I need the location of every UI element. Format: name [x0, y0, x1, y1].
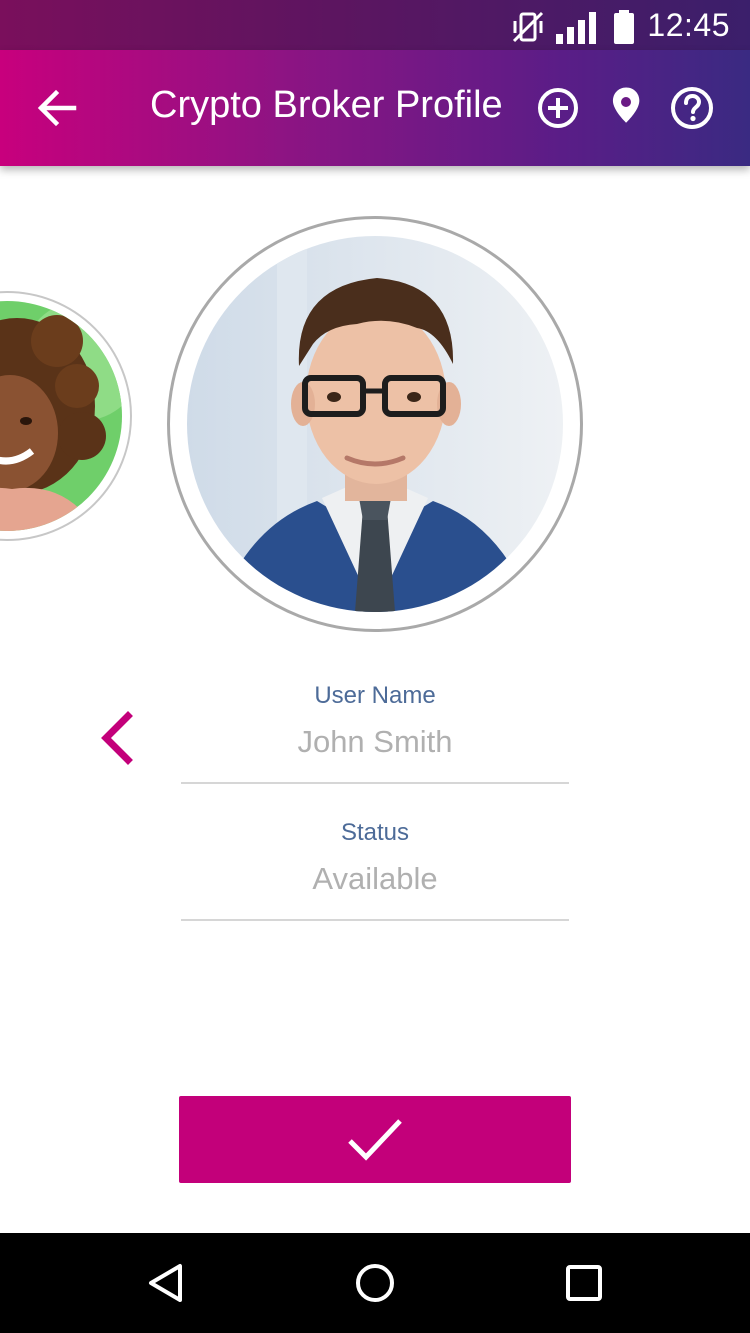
location-pin-icon[interactable]	[602, 84, 650, 132]
man-with-glasses-photo	[187, 236, 563, 612]
add-circle-icon[interactable]	[534, 84, 582, 132]
nav-recents-icon[interactable]	[562, 1261, 606, 1305]
help-circle-icon[interactable]	[668, 84, 716, 132]
confirm-button[interactable]	[179, 1096, 571, 1183]
page-title: Crypto Broker Profile	[150, 84, 503, 126]
current-profile-avatar[interactable]	[167, 216, 583, 632]
status-input[interactable]	[181, 861, 569, 897]
previous-profile-avatar[interactable]	[0, 291, 132, 541]
back-arrow-icon[interactable]	[30, 83, 86, 133]
profile-screen: 12:45 Crypto Broker Profile User Name Jo…	[0, 0, 750, 1333]
status-underline	[181, 919, 569, 921]
battery-icon	[612, 10, 636, 49]
status-field: Status	[181, 819, 569, 921]
username-field: User Name	[181, 682, 569, 784]
nav-back-icon[interactable]	[144, 1261, 188, 1305]
username-label: User Name	[314, 682, 436, 709]
status-time: 12:45	[647, 7, 730, 43]
system-nav-bar	[0, 1233, 750, 1333]
signal-icon	[556, 10, 600, 49]
username-underline	[181, 782, 569, 784]
username-input[interactable]	[181, 724, 569, 760]
status-label: Status	[340, 819, 410, 846]
nav-home-icon[interactable]	[353, 1261, 397, 1305]
vibrate-off-icon	[510, 10, 546, 49]
woman-curly-hair-photo	[0, 301, 122, 531]
app-toolbar: Crypto Broker Profile	[0, 50, 750, 166]
chevron-left-icon[interactable]	[96, 710, 136, 766]
status-bar: 12:45	[0, 0, 750, 50]
checkmark-icon	[348, 1119, 402, 1161]
